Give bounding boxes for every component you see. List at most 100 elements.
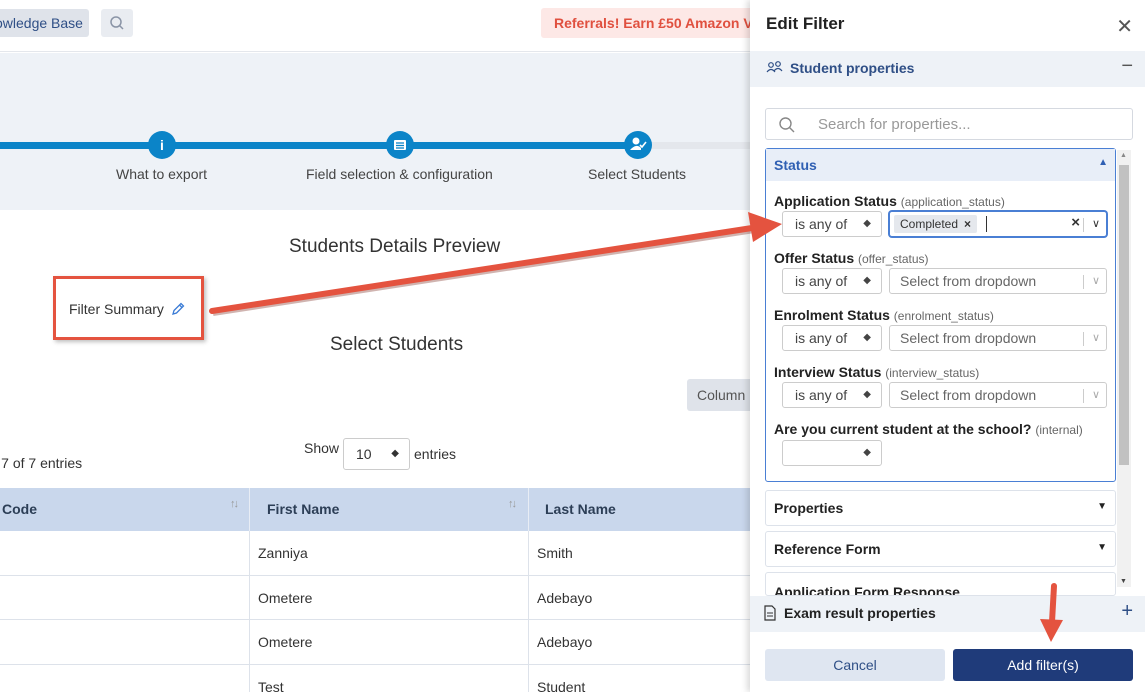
- cell-divider: [528, 531, 529, 575]
- text-cursor: [986, 216, 987, 232]
- chevron-down-icon[interactable]: ∨: [1092, 212, 1100, 236]
- table-row[interactable]: Test Student: [0, 664, 750, 692]
- enrolment-status-value-select[interactable]: Select from dropdown ∨: [889, 325, 1107, 351]
- cell-last-name: Adebayo: [537, 589, 593, 606]
- panel-scrollbar[interactable]: ▲ ▼: [1117, 150, 1131, 587]
- knowledge-base-button[interactable]: owledge Base: [0, 9, 89, 37]
- cell-divider: [528, 620, 529, 664]
- chevron-down-icon: ∨: [1091, 275, 1100, 287]
- search-button[interactable]: [101, 9, 133, 37]
- entries-label: entries: [414, 446, 457, 462]
- property-search-input[interactable]: Search for properties...: [765, 108, 1133, 140]
- table-row[interactable]: Zanniya Smith: [0, 531, 750, 576]
- accordion-label: Properties: [774, 500, 844, 516]
- scroll-down-icon[interactable]: ▼: [1120, 578, 1127, 585]
- exam-result-header[interactable]: Exam result properties +: [750, 596, 1145, 632]
- knowledge-base-label: owledge Base: [0, 15, 83, 31]
- export-stepper: i What to export Field selection & confi…: [0, 53, 750, 210]
- search-icon: [110, 16, 124, 30]
- chip-remove-icon[interactable]: ×: [964, 217, 971, 231]
- cell-divider: [249, 664, 250, 692]
- top-bar: owledge Base Referrals! Earn £50 Amazon …: [0, 0, 751, 52]
- referral-banner[interactable]: Referrals! Earn £50 Amazon V: [541, 8, 751, 38]
- annotation-arrow-to-status: [209, 212, 782, 316]
- cell-last-name: Student: [537, 678, 586, 692]
- stepper-remaining-line: [638, 142, 750, 149]
- collapse-icon[interactable]: −: [1121, 55, 1133, 78]
- caret-down-icon: ▼: [1097, 501, 1107, 512]
- cell-first-name: Ometere: [258, 589, 313, 606]
- caret-down-icon: ▼: [1097, 542, 1107, 553]
- document-icon: [764, 605, 776, 621]
- current-student-select[interactable]: ◆: [782, 440, 882, 466]
- offer-status-label: Offer Status (offer_status): [774, 250, 929, 266]
- add-filter-button[interactable]: Add filter(s): [953, 649, 1133, 681]
- chevron-down-icon: ∨: [1091, 332, 1100, 344]
- entries-count: 7 of 7 entries: [1, 455, 83, 471]
- scroll-thumb[interactable]: [1119, 165, 1129, 465]
- status-section: Status ▲ Application Status (application…: [765, 148, 1116, 482]
- cancel-button[interactable]: Cancel: [765, 649, 945, 681]
- clear-icon[interactable]: ×: [1071, 211, 1080, 235]
- application-form-accordion[interactable]: Application Form Response: [765, 572, 1116, 596]
- application-status-operator[interactable]: is any of ◆: [782, 211, 882, 237]
- list-icon[interactable]: [386, 131, 414, 159]
- offer-status-operator[interactable]: is any of ◆: [782, 268, 882, 294]
- value-chip-completed[interactable]: Completed ×: [894, 215, 978, 233]
- expand-icon[interactable]: +: [1121, 600, 1133, 623]
- column-header-last-name[interactable]: Last Name: [545, 488, 616, 531]
- step-label-select-students[interactable]: Select Students: [588, 166, 686, 182]
- info-icon[interactable]: i: [148, 131, 176, 159]
- preview-title: Students Details Preview: [289, 236, 501, 257]
- cell-first-name: Test: [258, 678, 284, 692]
- students-table: Code ↑↓ First Name ↑↓ Last Name Zanniya …: [0, 488, 750, 692]
- accordion-label: Application Form Response: [774, 584, 960, 596]
- edit-filter-panel: Edit Filter ✕ Student properties − Searc…: [750, 0, 1145, 692]
- select-arrows-icon: ◆: [391, 448, 399, 459]
- column-divider: [528, 488, 529, 531]
- cell-first-name: Ometere: [258, 634, 313, 650]
- page-size-select[interactable]: 10 ◆: [343, 438, 410, 470]
- user-check-icon[interactable]: [624, 131, 652, 159]
- caret-up-icon: ▲: [1098, 157, 1108, 168]
- cell-divider: [249, 575, 250, 619]
- cell-last-name: Adebayo: [537, 634, 593, 650]
- application-status-label: Application Status (application_status): [774, 193, 1005, 209]
- sort-icon[interactable]: ↑↓: [508, 498, 517, 510]
- cell-divider: [249, 620, 250, 664]
- page-size-value: 10: [356, 446, 372, 462]
- table-row[interactable]: Ometere Adebayo: [0, 575, 750, 620]
- column-divider: [249, 488, 250, 531]
- chevron-down-icon: ∨: [1091, 389, 1100, 401]
- step-label-what-to-export[interactable]: What to export: [116, 166, 207, 182]
- reference-form-accordion[interactable]: Reference Form ▼: [765, 531, 1116, 567]
- cell-last-name: Smith: [537, 545, 573, 561]
- scroll-up-icon[interactable]: ▲: [1120, 152, 1127, 159]
- close-icon[interactable]: ✕: [1116, 14, 1133, 39]
- application-status-value-select[interactable]: Completed × × ∨: [889, 211, 1107, 237]
- student-properties-label: Student properties: [790, 60, 915, 76]
- offer-status-value-select[interactable]: Select from dropdown ∨: [889, 268, 1107, 294]
- column-header-code[interactable]: Code: [2, 488, 37, 531]
- panel-title: Edit Filter: [766, 14, 845, 33]
- step-label-field-selection[interactable]: Field selection & configuration: [306, 166, 493, 182]
- search-placeholder: Search for properties...: [818, 116, 971, 133]
- status-section-label: Status: [774, 157, 817, 173]
- pencil-icon[interactable]: [170, 301, 186, 317]
- column-button[interactable]: Column: [687, 379, 750, 411]
- table-row[interactable]: Ometere Adebayo: [0, 620, 750, 665]
- properties-accordion[interactable]: Properties ▼: [765, 490, 1116, 526]
- current-student-label: Are you current student at the school? (…: [774, 421, 1083, 437]
- column-header-first-name[interactable]: First Name: [267, 488, 339, 531]
- interview-status-operator[interactable]: is any of ◆: [782, 382, 882, 408]
- filter-summary-box[interactable]: Filter Summary: [53, 276, 204, 340]
- student-properties-header[interactable]: Student properties −: [750, 51, 1145, 87]
- status-section-header[interactable]: Status ▲: [766, 149, 1115, 181]
- cell-first-name: Zanniya: [258, 545, 308, 561]
- sort-icon[interactable]: ↑↓: [230, 498, 239, 510]
- users-icon: [766, 61, 783, 73]
- enrolment-status-operator[interactable]: is any of ◆: [782, 325, 882, 351]
- interview-status-value-select[interactable]: Select from dropdown ∨: [889, 382, 1107, 408]
- show-label: Show: [304, 440, 340, 456]
- interview-status-label: Interview Status (interview_status): [774, 364, 980, 380]
